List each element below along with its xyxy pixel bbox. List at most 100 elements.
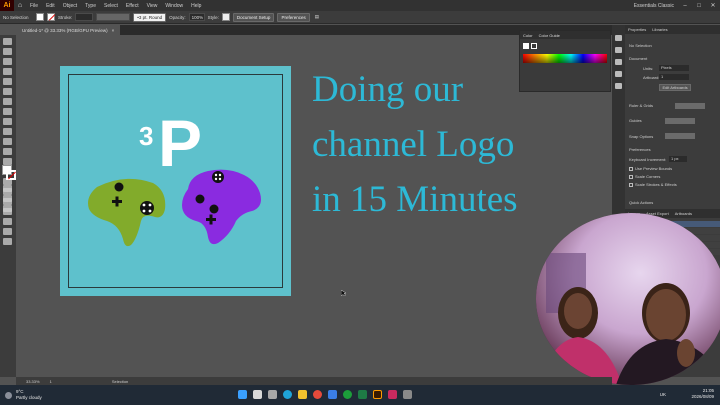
artboard-tool-icon[interactable] <box>3 218 12 225</box>
artboard-navigator[interactable]: 1 <box>50 379 52 384</box>
tab-artboards[interactable]: Artboards <box>675 211 692 216</box>
menu-type[interactable]: Type <box>81 3 100 9</box>
close-tab-icon[interactable]: × <box>112 28 115 33</box>
artboard-dropdown[interactable]: 1 <box>659 74 689 80</box>
scale-tool-icon[interactable] <box>3 158 12 165</box>
menu-window[interactable]: Window <box>161 3 187 9</box>
document-setup-button[interactable]: Document Setup <box>232 12 275 22</box>
edit-artboards-button[interactable]: Edit Artboards <box>659 84 691 91</box>
brush-dropdown[interactable]: • 3 pt. Round <box>133 12 167 22</box>
libraries-panel-icon[interactable] <box>615 47 622 53</box>
stroke-color-chip[interactable] <box>531 43 537 49</box>
artboard[interactable]: 3 P <box>60 66 291 296</box>
rectangle-tool-icon[interactable] <box>3 108 12 115</box>
tab-color-guide[interactable]: Color Guide <box>539 33 560 38</box>
headline-line-2: channel Logo <box>312 124 515 165</box>
media-icon[interactable] <box>388 390 397 399</box>
minimize-icon[interactable]: – <box>678 3 692 9</box>
fill-color-chip[interactable] <box>523 43 529 49</box>
excel-icon[interactable] <box>358 390 367 399</box>
selection-tool-icon[interactable] <box>3 38 12 45</box>
store-icon[interactable] <box>328 390 337 399</box>
screen-mode-icon[interactable] <box>3 205 12 212</box>
start-icon[interactable] <box>238 390 247 399</box>
pencil-tool-icon[interactable] <box>3 128 12 135</box>
menu-file[interactable]: File <box>26 3 42 9</box>
illustrator-window: Ai ⌂ File Edit Object Type Select Effect… <box>0 0 720 405</box>
menu-help[interactable]: Help <box>187 3 205 9</box>
units-dropdown[interactable]: Pixels <box>659 65 689 71</box>
line-tool-icon[interactable] <box>3 98 12 105</box>
stroke-weight-field[interactable] <box>75 13 94 21</box>
current-tool: Selection <box>111 378 129 384</box>
rulers-grid-icons[interactable] <box>675 103 705 109</box>
scale-strokes-checkbox[interactable]: Scale Strokes & Effects <box>629 182 677 187</box>
units-label: Units: <box>643 66 654 71</box>
checkbox-box[interactable] <box>629 166 633 171</box>
style-swatch[interactable] <box>221 13 230 21</box>
checkbox-box[interactable] <box>629 182 633 187</box>
pen-tool-icon[interactable] <box>3 68 12 75</box>
direct-selection-tool-icon[interactable] <box>3 48 12 55</box>
weather-widget[interactable]: 9°C Partly cloudy <box>16 389 42 401</box>
layers-panel-icon[interactable] <box>615 59 622 65</box>
symbols-panel-icon[interactable] <box>615 83 622 89</box>
maximize-icon[interactable]: □ <box>692 3 706 9</box>
checkbox-box[interactable] <box>629 174 633 179</box>
system-tray: UK 21:05 2026/08/09 <box>660 388 714 400</box>
chrome-icon[interactable] <box>313 390 322 399</box>
keyboard-increment-field[interactable]: 1 px <box>669 156 687 162</box>
illustrator-taskbar-icon[interactable] <box>373 390 382 399</box>
hand-tool-icon[interactable] <box>3 228 12 235</box>
type-tool-icon[interactable] <box>3 88 12 95</box>
task-view-icon[interactable] <box>268 390 277 399</box>
document-tab[interactable]: Untitled-1* @ 33.33% (RGB/GPU Preview) × <box>16 25 121 35</box>
search-icon[interactable] <box>253 390 262 399</box>
menu-edit[interactable]: Edit <box>42 3 59 9</box>
scale-corners-checkbox[interactable]: Scale Corners <box>629 174 660 179</box>
file-explorer-icon[interactable] <box>298 390 307 399</box>
align-icon[interactable]: ▤ <box>315 14 319 20</box>
preferences-button[interactable]: Preferences <box>277 12 310 22</box>
rulers-grids-label: Ruler & Grids <box>629 103 654 108</box>
menu-select[interactable]: Select <box>100 3 122 9</box>
zoom-level[interactable]: 33.33% <box>26 379 40 384</box>
tab-libraries[interactable]: Libraries <box>652 27 667 32</box>
paintbrush-tool-icon[interactable] <box>3 118 12 125</box>
xbox-icon[interactable] <box>343 390 352 399</box>
tab-color[interactable]: Color <box>523 33 533 38</box>
edge-icon[interactable] <box>283 390 292 399</box>
logo-superscript: 3 <box>139 121 154 151</box>
menu-object[interactable]: Object <box>59 3 81 9</box>
guides-icons[interactable] <box>665 118 695 124</box>
properties-panel-icon[interactable] <box>615 35 622 41</box>
curvature-tool-icon[interactable] <box>3 78 12 85</box>
language-indicator[interactable]: UK <box>660 392 666 398</box>
magic-wand-tool-icon[interactable] <box>3 58 12 65</box>
selection-status: No Selection <box>629 43 652 48</box>
tab-properties[interactable]: Properties <box>628 27 646 32</box>
draw-mode-icon[interactable] <box>3 195 12 202</box>
stroke-swatch[interactable] <box>47 13 56 21</box>
stroke-color-box[interactable] <box>6 170 16 180</box>
workspace-switcher[interactable]: Essentials Classic <box>634 3 678 9</box>
opacity-field[interactable]: 100% <box>188 13 205 21</box>
snap-options-icons[interactable] <box>665 133 695 139</box>
weather-icon[interactable] <box>5 391 12 399</box>
eraser-tool-icon[interactable] <box>3 138 12 145</box>
app-icon[interactable] <box>403 390 412 399</box>
document-title: Untitled-1* @ 33.33% (RGB/GPU Preview) <box>22 27 108 33</box>
rotate-tool-icon[interactable] <box>3 148 12 155</box>
menu-effect[interactable]: Effect <box>122 3 143 9</box>
variable-width-field[interactable] <box>96 13 131 21</box>
color-mode-icon[interactable] <box>3 185 12 192</box>
close-icon[interactable]: ✕ <box>706 2 720 9</box>
fill-swatch[interactable] <box>36 13 44 21</box>
zoom-tool-icon[interactable] <box>3 238 12 245</box>
home-icon[interactable]: ⌂ <box>14 2 26 9</box>
menu-view[interactable]: View <box>143 3 162 9</box>
brushes-panel-icon[interactable] <box>615 71 622 77</box>
use-preview-bounds-checkbox[interactable]: Use Preview Bounds <box>629 166 672 171</box>
document-heading: Document <box>629 56 648 61</box>
clock-date[interactable]: 2026/08/09 <box>691 394 714 400</box>
